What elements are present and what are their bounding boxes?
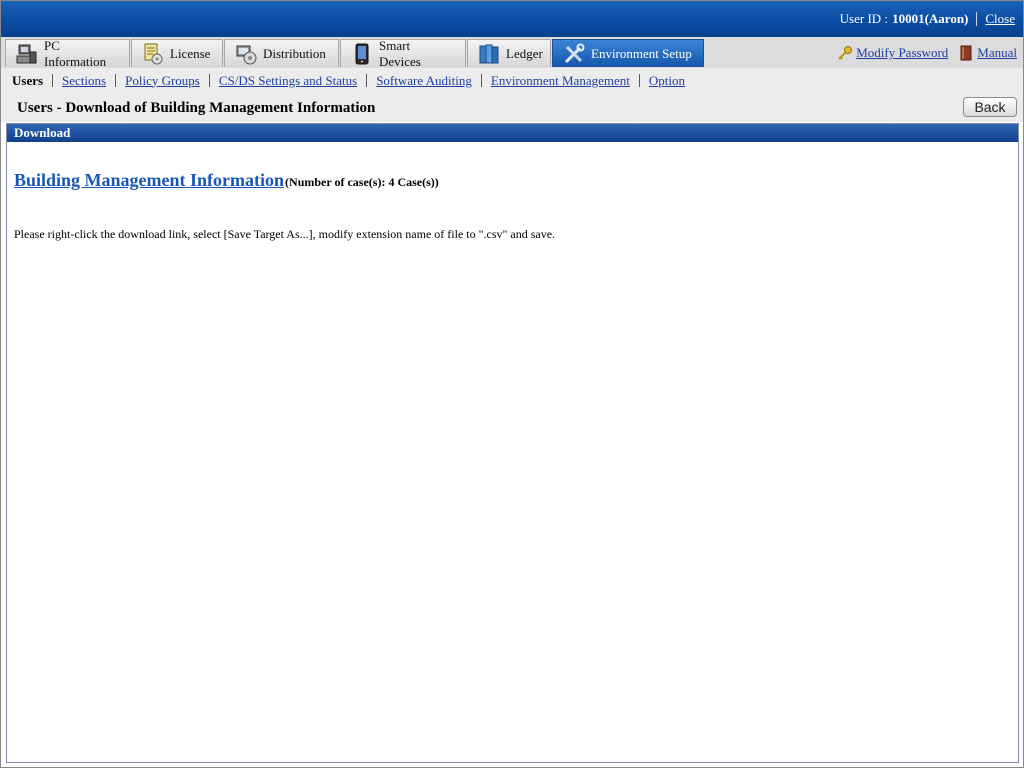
download-link[interactable]: Building Management Information bbox=[14, 170, 284, 191]
user-id-label: User ID : bbox=[839, 11, 889, 26]
user-id-value: 10001(Aaron) bbox=[892, 11, 969, 26]
close-link[interactable]: Close bbox=[985, 11, 1015, 27]
subnav-link-csds-settings[interactable]: CS/DS Settings and Status bbox=[219, 73, 357, 89]
panel-header: Download bbox=[7, 124, 1018, 142]
back-button[interactable]: Back bbox=[963, 97, 1017, 117]
key-icon bbox=[837, 45, 853, 61]
tab-label: PC Information bbox=[44, 37, 107, 69]
subnav-link-environment-management[interactable]: Environment Management bbox=[491, 73, 630, 89]
manual-link[interactable]: Manual bbox=[977, 45, 1017, 61]
smart-device-icon bbox=[351, 43, 373, 65]
tab-label: Smart Devices bbox=[379, 37, 421, 69]
subnav-link-sections[interactable]: Sections bbox=[62, 73, 106, 89]
app-window: User ID : 10001(Aaron) Close PC Informat… bbox=[0, 0, 1024, 768]
tab-environment-setup[interactable]: Environment Setup bbox=[552, 39, 704, 67]
download-row: Building Management Information (Number … bbox=[14, 170, 439, 191]
license-icon bbox=[142, 43, 164, 65]
tab-label: Environment Setup bbox=[591, 45, 692, 61]
download-instructions: Please right-click the download link, se… bbox=[14, 227, 556, 241]
user-info: User ID : 10001(Aaron) Close bbox=[840, 11, 1015, 27]
subnav-link-software-auditing[interactable]: Software Auditing bbox=[376, 73, 472, 89]
download-panel: Download Building Management Information… bbox=[6, 123, 1019, 763]
divider bbox=[976, 12, 978, 26]
tab-pc-information[interactable]: PC Information bbox=[5, 37, 130, 69]
tab-label: Distribution bbox=[263, 45, 326, 61]
page-title: Users - Download of Building Management … bbox=[17, 100, 376, 116]
tab-ledger[interactable]: Ledger bbox=[467, 39, 551, 67]
tools-icon bbox=[563, 43, 585, 65]
title-row: Users - Download of Building Management … bbox=[1, 93, 1023, 122]
top-header-bar: User ID : 10001(Aaron) Close bbox=[1, 1, 1023, 37]
case-count: (Number of case(s): 4 Case(s)) bbox=[285, 175, 439, 189]
manual-book-icon bbox=[958, 45, 974, 61]
sub-navigation: Users Sections Policy Groups CS/DS Setti… bbox=[1, 68, 1023, 93]
modify-password-link[interactable]: Modify Password bbox=[856, 45, 948, 61]
tab-label: Ledger bbox=[506, 45, 543, 61]
tab-smart-devices[interactable]: Smart Devices bbox=[340, 37, 466, 69]
subnav-current-users: Users bbox=[12, 72, 44, 88]
tab-license[interactable]: License bbox=[131, 39, 223, 67]
subnav-link-policy-groups[interactable]: Policy Groups bbox=[125, 73, 200, 89]
subnav-link-option[interactable]: Option bbox=[649, 73, 685, 89]
pc-icon bbox=[16, 43, 38, 65]
tab-distribution[interactable]: Distribution bbox=[224, 39, 339, 67]
main-tab-bar: PC Information License Distribution Smar… bbox=[1, 37, 1023, 69]
tab-label: License bbox=[170, 45, 211, 61]
ledger-icon bbox=[478, 43, 500, 65]
distribution-icon bbox=[235, 43, 257, 65]
utility-links: Modify Password Manual bbox=[837, 45, 1017, 61]
